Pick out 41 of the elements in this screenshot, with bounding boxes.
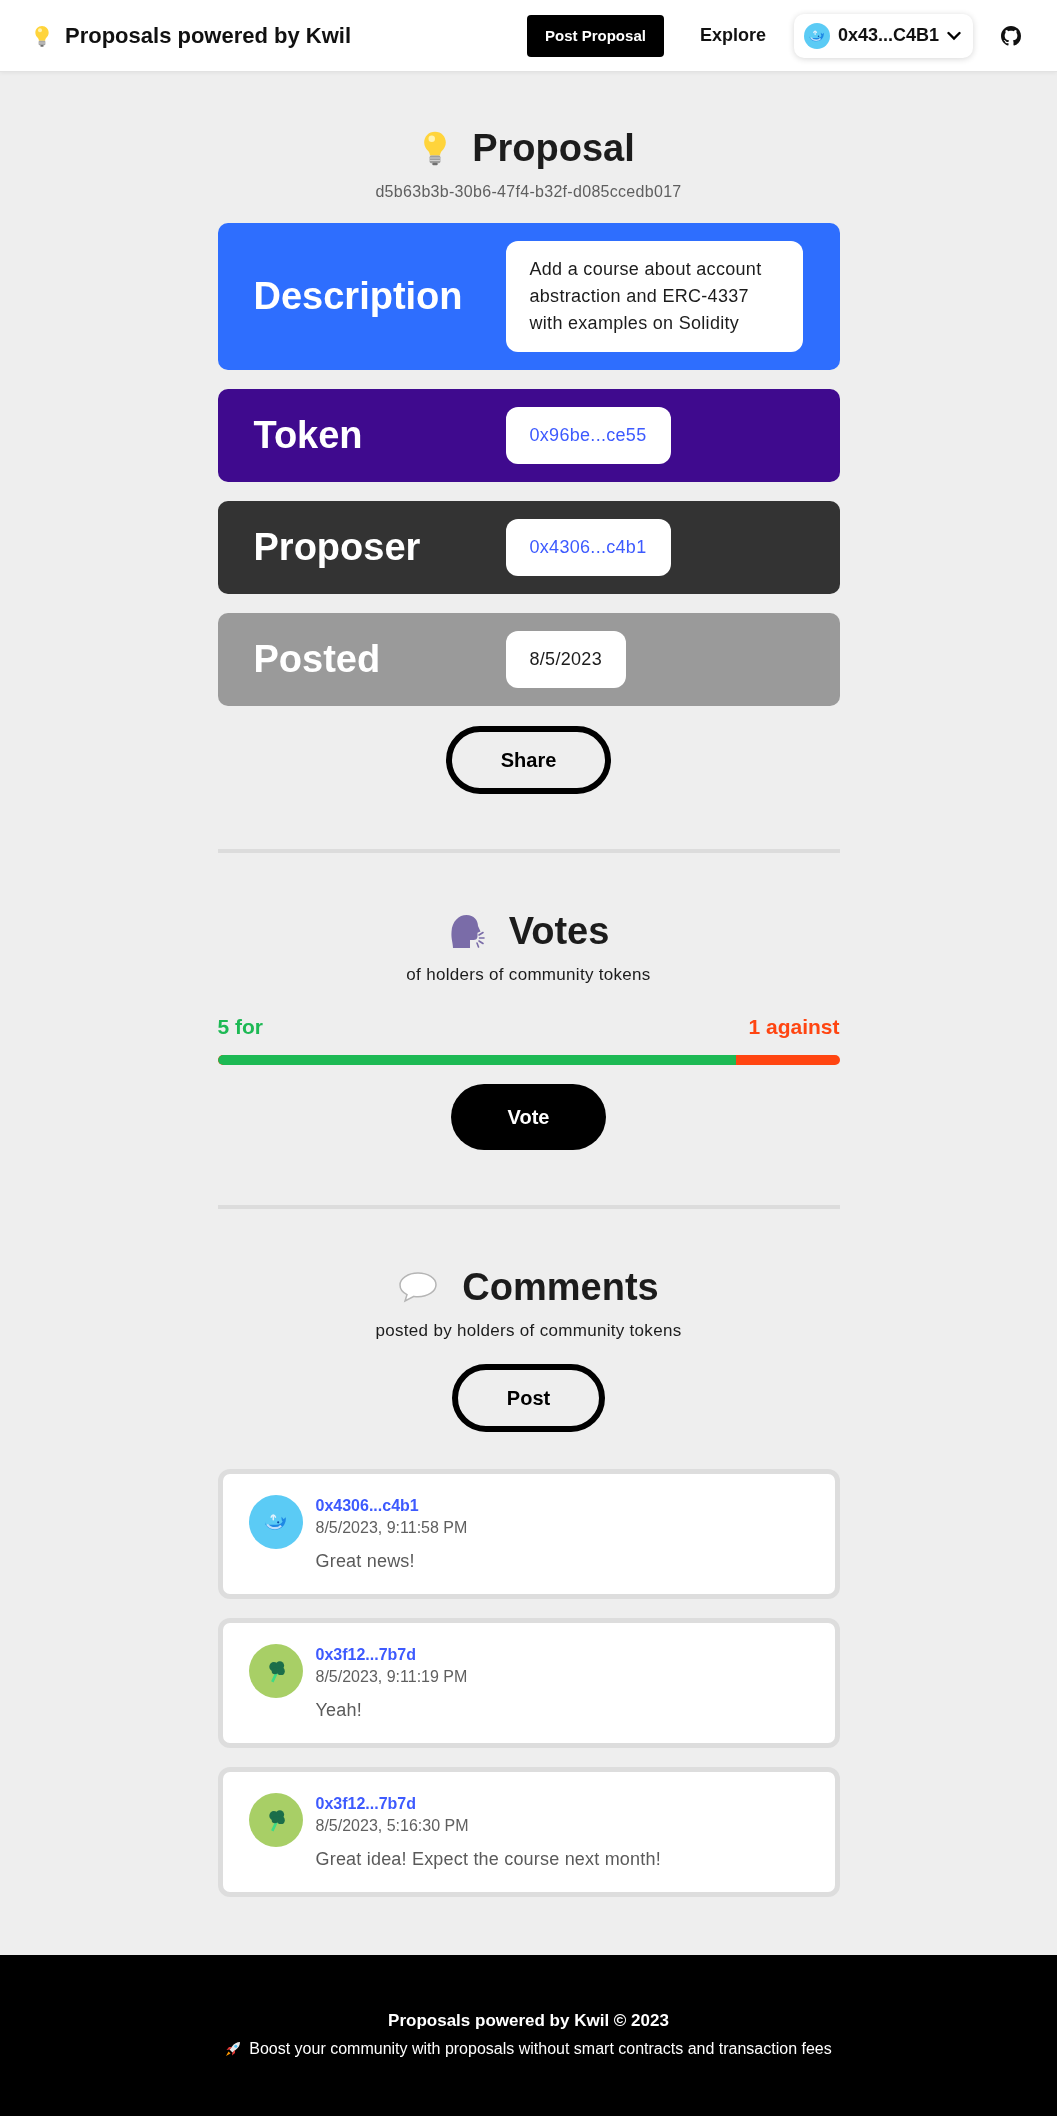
address-link[interactable]: 0x4306...c4b1	[505, 519, 671, 576]
votes-for-count: 5 for	[217, 1014, 263, 1040]
comment-text: Great idea! Expect the course next month!	[315, 1848, 661, 1871]
comment-timestamp: 8/5/2023, 9:11:58 PM	[315, 1518, 468, 1538]
section-subtitle: posted by holders of community tokens	[375, 1320, 682, 1342]
footer-tagline: Boost your community with proposals without smart contracts and transaction fees	[249, 2039, 832, 2059]
field-value: 8/5/2023	[505, 631, 626, 688]
footer-title: Proposals powered by Kwil © 2023	[388, 2010, 669, 2032]
wallet-button[interactable]: 0x43...C4B1	[793, 13, 973, 58]
votes-against-count: 1 against	[748, 1014, 840, 1040]
github-icon[interactable]	[1001, 25, 1021, 46]
field-value: Add a course about account abstraction and ERC-4337 with examples on Solidity	[505, 241, 803, 352]
address-link[interactable]: 0x96be...ce55	[505, 407, 671, 464]
speech-balloon-icon	[398, 1271, 439, 1303]
section-title: Comments	[462, 1265, 659, 1310]
section-title: Proposal	[472, 126, 635, 171]
field-label: Posted	[253, 638, 381, 681]
comment-timestamp: 8/5/2023, 9:11:19 PM	[315, 1667, 468, 1687]
comment-text: Yeah!	[315, 1699, 363, 1722]
lightbulb-icon	[422, 130, 449, 166]
section-title: Votes	[508, 909, 610, 954]
share-button[interactable]: Share	[446, 726, 611, 794]
post-proposal-button[interactable]: Post Proposal	[527, 14, 664, 57]
comment-author-link[interactable]: 0x4306...c4b1	[315, 1495, 419, 1517]
chevron-down-icon	[947, 30, 961, 41]
proposal-id: d5b63b3b-30b6-47f4-b32f-d085ccedb017	[375, 182, 682, 202]
rocket-icon	[225, 2041, 242, 2057]
explore-link[interactable]: Explore	[699, 25, 766, 46]
field-label: Proposer	[253, 526, 421, 569]
vote-button[interactable]: Vote	[451, 1084, 606, 1150]
site-title: Proposals powered by Kwil	[65, 22, 352, 49]
post-comment-button[interactable]: Post	[452, 1364, 605, 1432]
comment-text: Great news!	[315, 1550, 416, 1573]
field-label: Description	[253, 275, 463, 318]
comment-author-link[interactable]: 0x3f12...7b7d	[315, 1644, 416, 1666]
comment-timestamp: 8/5/2023, 5:16:30 PM	[315, 1816, 470, 1836]
field-label: Token	[253, 414, 363, 457]
lightbulb-icon	[34, 24, 50, 47]
section-subtitle: of holders of community tokens	[406, 964, 651, 986]
comment-author-link[interactable]: 0x3f12...7b7d	[315, 1793, 416, 1815]
whale-avatar-icon	[803, 22, 830, 49]
